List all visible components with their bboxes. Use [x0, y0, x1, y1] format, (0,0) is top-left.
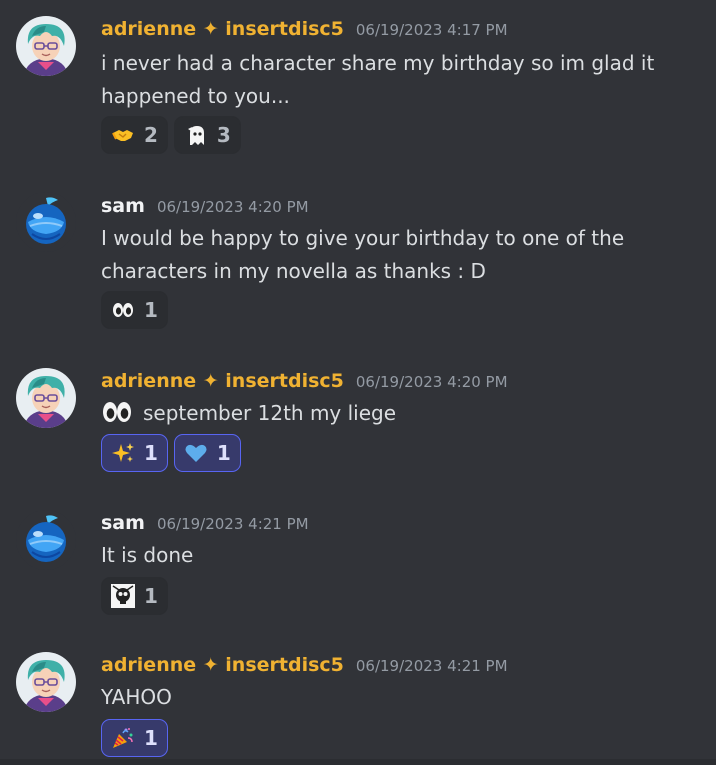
reaction-bar: 1: [101, 577, 168, 615]
timestamp: 06/19/2023 4:17 PM: [355, 21, 508, 39]
message-text: september 12th my liege: [101, 397, 691, 436]
timestamp: 06/19/2023 4:20 PM: [355, 373, 508, 391]
avatar[interactable]: [16, 368, 76, 428]
message-text: I would be happy to give your birthday t…: [101, 226, 625, 283]
handshake-icon: [111, 123, 135, 147]
reaction-blue-heart[interactable]: 1: [173, 434, 241, 472]
reaction-count: 1: [144, 726, 158, 750]
custom-ghost-icon: [183, 123, 208, 147]
message-text: It is done: [101, 543, 194, 567]
username[interactable]: adrienne ✦ insertdisc5: [101, 654, 344, 676]
reaction-count: 1: [144, 584, 158, 608]
timestamp: 06/19/2023 4:20 PM: [156, 198, 309, 216]
avatar[interactable]: [16, 652, 76, 712]
blue-heart-icon: [184, 441, 208, 465]
avatar[interactable]: [16, 192, 76, 252]
timestamp: 06/19/2023 4:21 PM: [355, 657, 508, 675]
timestamp: 06/19/2023 4:21 PM: [156, 515, 309, 533]
avatar[interactable]: [16, 16, 76, 76]
reaction-count: 1: [144, 298, 158, 322]
reaction-eyes[interactable]: 1: [101, 291, 168, 329]
reaction-handshake[interactable]: 2: [101, 116, 168, 154]
reaction-custom-ghost[interactable]: 3: [173, 116, 241, 154]
message-item[interactable]: adrienne ✦ insertdisc5 06/19/2023 4:17 P…: [0, 0, 716, 170]
username[interactable]: sam: [101, 195, 145, 217]
sparkles-icon: [111, 441, 135, 465]
username[interactable]: adrienne ✦ insertdisc5: [101, 18, 344, 40]
eyes-icon: [101, 398, 133, 436]
message-text-body: september 12th my liege: [143, 401, 397, 425]
reaction-count: 1: [144, 441, 158, 465]
username[interactable]: adrienne ✦ insertdisc5: [101, 370, 344, 392]
reaction-count: 2: [144, 123, 158, 147]
horizontal-scrollbar[interactable]: [0, 759, 716, 765]
message-item[interactable]: adrienne ✦ insertdisc5 06/19/2023 4:20 P…: [0, 354, 716, 484]
reaction-bar: 2 3: [101, 116, 241, 154]
reaction-bar: 1 1: [101, 434, 241, 472]
message-text: YAHOO: [101, 685, 172, 709]
username[interactable]: sam: [101, 512, 145, 534]
reaction-custom-skull[interactable]: 1: [101, 577, 168, 615]
reaction-count: 3: [216, 123, 231, 147]
reaction-bar: 1: [101, 291, 168, 329]
eyes-icon: [111, 298, 135, 322]
reaction-bar: 1: [101, 719, 168, 757]
reaction-party-popper[interactable]: 1: [101, 719, 168, 757]
message-item[interactable]: sam 06/19/2023 4:20 PM I would be happy …: [0, 178, 716, 338]
party-popper-icon: [111, 726, 135, 750]
avatar[interactable]: [16, 510, 76, 570]
message-item[interactable]: sam 06/19/2023 4:21 PM It is done 1: [0, 496, 716, 626]
message-list: adrienne ✦ insertdisc5 06/19/2023 4:17 P…: [0, 0, 716, 765]
reaction-count: 1: [216, 441, 231, 465]
message-text: i never had a character share my birthda…: [101, 51, 655, 108]
message-item[interactable]: adrienne ✦ insertdisc5 06/19/2023 4:21 P…: [0, 638, 716, 758]
reaction-sparkles[interactable]: 1: [101, 434, 168, 472]
custom-skull-icon: [111, 584, 135, 608]
